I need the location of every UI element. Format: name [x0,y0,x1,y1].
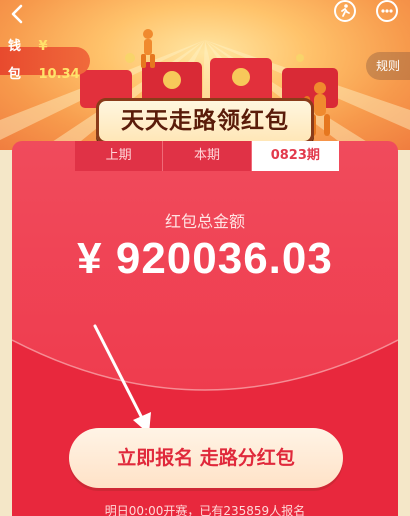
pool-total-label: 红包总金额 [164,212,245,231]
signup-button[interactable]: 立即报名 走路分红包 [69,428,343,488]
wallet-value: ¥ 10.34 [38,39,80,82]
running-icon[interactable] [334,0,356,22]
tab-current[interactable]: 本期 [163,141,252,171]
period-tabs: 上期 本期 0823期 [75,141,339,171]
small-figure-icon [141,29,155,68]
tab-0823[interactable]: 0823期 [251,141,339,171]
share-icon[interactable] [376,0,398,22]
wallet-balance-button[interactable]: 钱包 ¥ 10.34 [0,39,90,82]
tab-previous[interactable]: 上期 [75,141,164,171]
signup-status-text: 明日00:00开赛，已有235859人报名 [104,504,306,516]
pointer-arrow-icon [93,324,151,434]
page: 钱包 ¥ 10.34 规则 天天走路领红包 上期 本期 0823期 红包总金额 … [0,0,410,516]
event-title: 天天走路领红包 [96,98,314,144]
back-icon[interactable] [6,2,30,26]
wallet-label: 钱包 [8,39,22,82]
rules-button[interactable]: 规则 [366,52,410,80]
pool-total-amount: ¥ 920036.03 [77,234,333,283]
